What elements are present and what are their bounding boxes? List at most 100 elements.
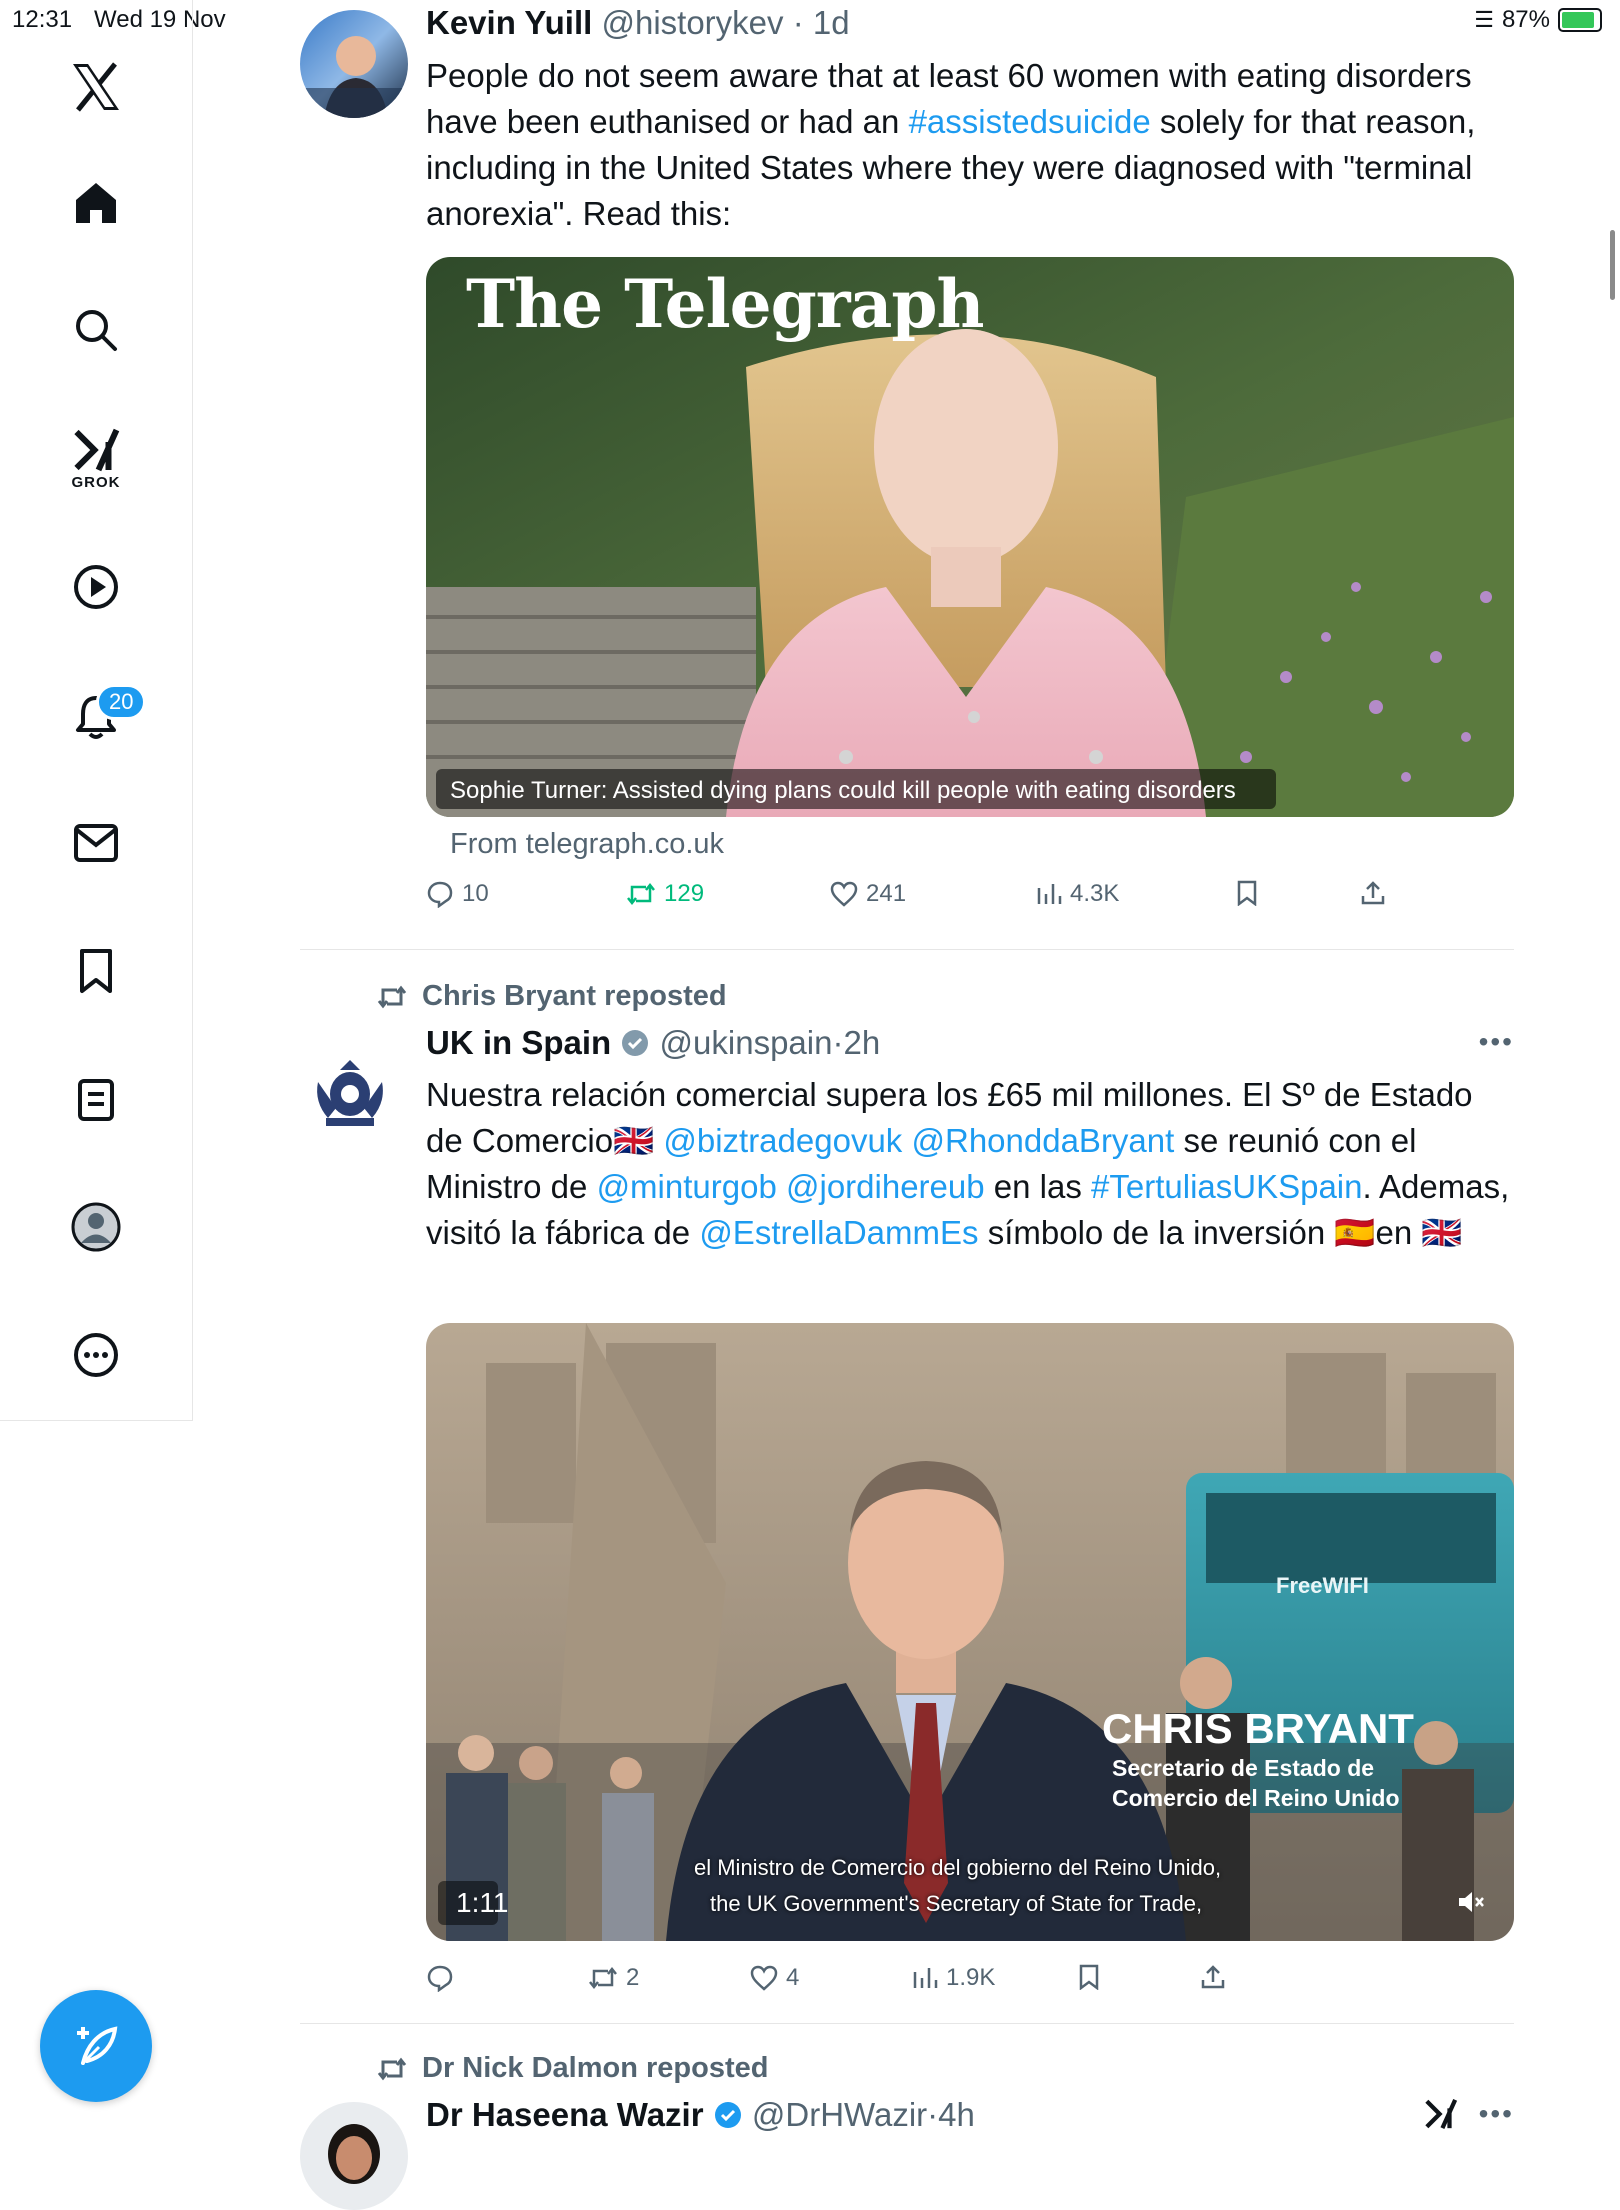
x-logo-icon[interactable] [70, 62, 122, 112]
reply-icon [427, 881, 453, 908]
messages-envelope-icon[interactable] [74, 824, 118, 862]
handle[interactable]: @ukinspain [660, 1024, 833, 1061]
mention-link[interactable]: @jordihereub [786, 1168, 985, 1205]
timestamp[interactable]: 4h [938, 2096, 975, 2133]
grok-label: GROK [71, 474, 121, 491]
like-count: 241 [866, 880, 907, 907]
bus-sign: FreeWIFI [1276, 1573, 1369, 1598]
tweet-text: Nuestra relación comercial supera los £6… [426, 1072, 1516, 1256]
views-chart-icon [1037, 884, 1062, 904]
repost-button[interactable]: 2 [588, 1964, 639, 1992]
battery-icon [1558, 8, 1602, 32]
bookmark-button[interactable] [1078, 1964, 1100, 1990]
mute-icon[interactable] [1456, 1887, 1486, 1922]
mention-link[interactable]: @biztradegovuk [663, 1122, 902, 1159]
search-icon[interactable] [74, 308, 118, 352]
sidebar: GROK 20 [0, 0, 193, 1421]
mention-link[interactable]: @minturgob [597, 1168, 777, 1205]
like-button[interactable]: 241 [830, 880, 906, 908]
repost-icon [377, 2057, 407, 2080]
bookmark-button[interactable] [1236, 880, 1258, 906]
heart-icon [750, 1965, 778, 1991]
timestamp[interactable]: 1d [813, 4, 850, 41]
bookmarks-icon[interactable] [78, 948, 114, 994]
repost-icon [627, 882, 655, 906]
display-name[interactable]: Kevin Yuill [426, 4, 592, 41]
display-name[interactable]: Dr Haseena Wazir [426, 2096, 704, 2133]
handle[interactable]: @historykev [601, 4, 783, 41]
reposted-by-label: Chris Bryant reposted [422, 980, 727, 1012]
home-icon[interactable] [73, 180, 119, 226]
notifications-badge: 20 [96, 684, 147, 720]
tweet-actions: 10 129 241 4.3K [426, 880, 1514, 920]
handle[interactable]: @DrHWazir [752, 2096, 927, 2133]
verified-badge-icon [622, 1030, 649, 1056]
hashtag-link[interactable]: #assistedsuicide [909, 103, 1151, 140]
tweet-kevin-yuill[interactable]: Kevin Yuill @historykev · 1d People do n… [300, 0, 1514, 940]
spain-flag-emoji: 🇪🇸 [1334, 1214, 1376, 1251]
views-count: 1.9K [946, 1964, 996, 1991]
mention-link[interactable]: @EstrellaDammEs [699, 1214, 978, 1251]
lists-icon[interactable] [77, 1078, 115, 1122]
hashtag-link[interactable]: #TertuliasUKSpain [1091, 1168, 1362, 1205]
tweet-actions: 2 4 1.9K [426, 1964, 1514, 2004]
video-player[interactable]: FreeWIFI CHRIS BRYANT Secretario de Esta… [426, 1323, 1514, 1941]
divider [300, 2023, 1514, 2024]
tweet-header: UK in Spain @ukinspain·2h [426, 1024, 880, 1062]
avatar[interactable] [310, 1052, 390, 1132]
link-card-image[interactable]: The Telegraph Sophie Turner: Assisted dy… [426, 257, 1514, 817]
lower-third-title-1: Secretario de Estado de [1112, 1755, 1375, 1781]
timestamp[interactable]: 2h [843, 1024, 880, 1061]
tweet-uk-in-spain[interactable]: UK in Spain @ukinspain·2h ••• Nuestra re… [300, 1010, 1514, 2010]
repost-button[interactable]: 129 [626, 880, 704, 908]
share-button[interactable] [1360, 880, 1386, 906]
reply-count: 10 [462, 880, 489, 907]
tweet-header: Kevin Yuill @historykev · 1d [426, 4, 850, 42]
feather-plus-icon [77, 2026, 118, 2065]
text-segment: símbolo de la inversión [978, 1214, 1335, 1251]
mention-link[interactable]: @RhonddaBryant [911, 1122, 1174, 1159]
card-masthead: The Telegraph [466, 265, 984, 343]
reply-button[interactable]: 10 [426, 880, 489, 908]
more-options-icon[interactable]: ••• [1479, 2098, 1514, 2130]
video-duration: 1:11 [456, 1887, 509, 1918]
repost-icon [377, 985, 407, 1008]
repost-count: 129 [664, 880, 705, 907]
text-segment: en [1375, 1214, 1422, 1251]
reply-button[interactable] [426, 1964, 462, 1992]
tweet-text: People do not seem aware that at least 6… [426, 53, 1516, 237]
repost-count: 2 [626, 1964, 640, 1991]
views-button[interactable]: 1.9K [912, 1964, 995, 1992]
like-count: 4 [786, 1964, 800, 1991]
display-name[interactable]: UK in Spain [426, 1024, 611, 1061]
subtitle-english: the UK Government's Secretary of State f… [710, 1891, 1203, 1916]
grok-icon[interactable]: GROK [72, 428, 121, 491]
repost-context[interactable]: Chris Bryant reposted [376, 980, 727, 1013]
video-icon[interactable] [73, 564, 119, 610]
uk-flag-emoji: 🇬🇧 [1421, 1214, 1463, 1251]
text-segment: en las [984, 1168, 1092, 1205]
scrollbar[interactable] [1610, 230, 1615, 300]
share-button[interactable] [1200, 1964, 1226, 1990]
avatar[interactable] [300, 2102, 408, 2210]
bookmark-icon [1079, 1964, 1099, 1990]
more-options-icon[interactable]: ••• [1479, 1026, 1514, 1058]
separator-dot: · [927, 2096, 939, 2133]
video-frame [426, 1323, 1514, 1941]
more-circle-icon[interactable] [73, 1332, 119, 1378]
verified-badge-icon [714, 2102, 741, 2128]
tweet-dr-haseena-wazir[interactable]: Dr Haseena Wazir @DrHWazir·4h ••• [300, 2080, 1514, 2210]
subtitle-spanish: el Ministro de Comercio del gobierno del… [694, 1855, 1222, 1880]
card-headline: Sophie Turner: Assisted dying plans coul… [450, 777, 1236, 804]
compose-button[interactable] [40, 1990, 152, 2102]
avatar[interactable] [300, 10, 408, 118]
views-count: 4.3K [1070, 880, 1120, 907]
profile-avatar-icon[interactable] [71, 1202, 121, 1252]
lower-third-name: CHRIS BRYANT [1102, 1705, 1414, 1752]
separator-dot: · [832, 1024, 844, 1061]
like-button[interactable]: 4 [750, 1964, 799, 1992]
separator-dot: · [792, 4, 804, 41]
card-source[interactable]: From telegraph.co.uk [450, 828, 724, 861]
views-button[interactable]: 4.3K [1036, 880, 1119, 908]
grok-icon[interactable] [1424, 2098, 1458, 2135]
